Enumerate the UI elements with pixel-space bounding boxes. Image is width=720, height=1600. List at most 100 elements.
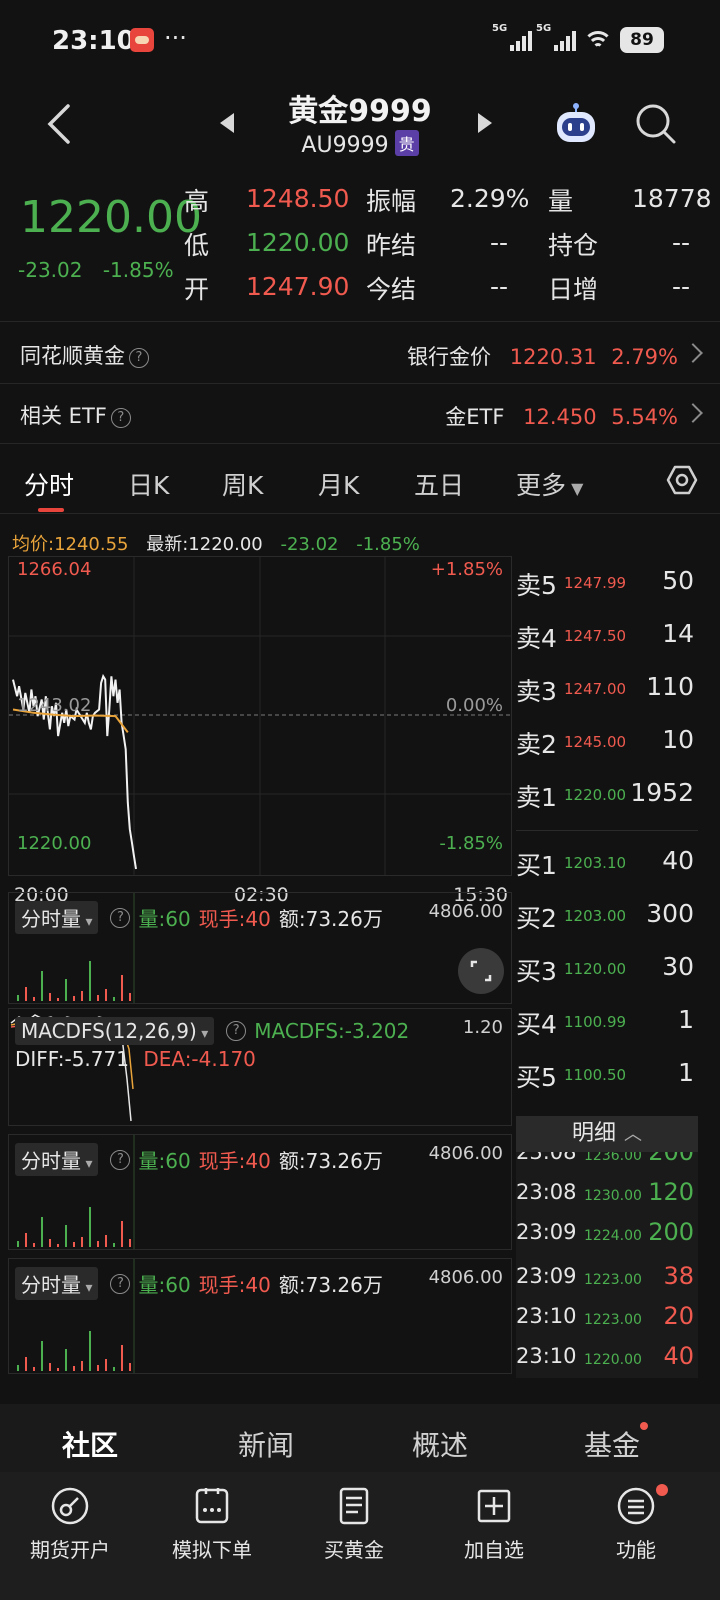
volume-bar — [25, 987, 27, 1001]
quote-label-daily-increase: 日增 — [548, 275, 599, 304]
chart-mid-percent: 0.00% — [445, 695, 503, 716]
volume-max-label: 4806.00 — [428, 1143, 503, 1164]
volume-bar — [65, 1225, 67, 1247]
bid-price: 1203.00 — [564, 907, 627, 925]
header: 黄金9999 AU9999 贵 — [0, 80, 720, 168]
trade-detail-header[interactable]: 明细 ︿ — [516, 1116, 698, 1152]
intraday-chart-svg — [9, 557, 511, 875]
more-notifications-icon: ··· — [164, 24, 187, 52]
volume-bar — [129, 1239, 131, 1247]
signal-5g-icon-2: 5G — [536, 23, 576, 51]
volume-panel[interactable]: 分时量 ? 量:60 现手:40 额:73.26万 4806.00 — [8, 892, 512, 1004]
volume-bar — [121, 975, 123, 1001]
volume-panel-header: 分时量 ? 量:60 现手:40 额:73.26万 — [15, 1267, 383, 1300]
volume-panel-3[interactable]: 分时量 ? 量:60 现手:40 额:73.26万 4806.00 — [8, 1258, 512, 1374]
intraday-chart[interactable]: 1266.04 +1.85% 1243.02 0.00% 1220.00 -1.… — [8, 556, 512, 876]
volume-bar — [121, 1345, 123, 1371]
volume-bar — [97, 1365, 99, 1371]
help-icon[interactable]: ? — [129, 348, 149, 368]
change-percent: -1.85% — [102, 258, 174, 282]
help-icon[interactable]: ? — [110, 1273, 131, 1294]
volume-bar — [33, 997, 35, 1001]
volume-value: 量:60 — [138, 1273, 191, 1297]
wifi-icon — [584, 29, 612, 51]
fullscreen-icon[interactable] — [457, 947, 505, 995]
bid-price: 1120.00 — [564, 960, 627, 978]
quote-panel: 1220.00 -23.02 -1.85% 高 1248.50 低 1220.0… — [0, 172, 720, 322]
signal-type-label-2: 5G — [536, 23, 552, 34]
ask-price: 1247.00 — [564, 680, 627, 698]
help-icon[interactable]: ? — [110, 1149, 131, 1170]
volume-bar — [105, 989, 107, 1001]
bank-gold-label: 银行金价 — [407, 345, 492, 369]
bid-label: 买3 — [516, 957, 557, 986]
tab-more[interactable]: 更多 ▼ — [516, 466, 583, 502]
quote-label-low: 低 — [184, 231, 210, 260]
quote-value-daily-increase: -- — [672, 272, 691, 301]
ask-row: 卖2 1245.00 10 — [516, 715, 698, 767]
indicator-selector[interactable]: 分时量 — [15, 901, 99, 934]
macd-panel[interactable]: MACDFS(12,26,9) ? MACDFS:-3.202 1.20 DIF… — [8, 1008, 512, 1126]
functions-button[interactable]: 功能 — [576, 1484, 696, 1586]
battery-icon: 89 — [620, 27, 664, 53]
volume-value: 量:60 — [138, 1149, 191, 1173]
help-icon[interactable]: ? — [110, 408, 131, 428]
volume-bar — [129, 1363, 131, 1371]
ask-volume: 1952 — [630, 778, 694, 807]
add-watchlist-button[interactable]: 加自选 — [434, 1486, 554, 1586]
volume-bar — [73, 996, 75, 1001]
help-icon[interactable]: ? — [110, 907, 131, 928]
volume-bar — [65, 979, 67, 1001]
volume-bar — [49, 1363, 51, 1371]
volume-max-label: 4806.00 — [428, 1267, 503, 1288]
volume-bar — [49, 1239, 51, 1247]
volume-bar — [57, 1368, 59, 1371]
tab-weekly-k[interactable]: 周K — [222, 466, 263, 502]
quote-value-amplitude: 2.29% — [450, 184, 530, 213]
bank-gold-value: 1220.31 — [509, 345, 597, 369]
ask-label: 卖1 — [516, 783, 557, 812]
macd-values: DIFF:-5.771 DEA:-4.170 — [15, 1047, 256, 1071]
related-etf-row[interactable]: 相关 ETF? 金ETF 12.450 5.54% — [0, 384, 720, 444]
indicator-selector[interactable]: 分时量 — [15, 1267, 99, 1300]
diff-value: DIFF:-5.771 — [15, 1047, 129, 1071]
trade-volume: 40 — [663, 1342, 694, 1370]
volume-bar — [113, 1243, 115, 1247]
trade-detail[interactable]: 明细 ︿ 23:08 1236.00 200 23:08 1230.00 120 … — [516, 1116, 698, 1378]
tab-intraday[interactable]: 分时 — [24, 466, 74, 502]
ai-assistant-robot-icon[interactable] — [552, 102, 600, 150]
simulated-order-button[interactable]: 模拟下单 — [152, 1486, 272, 1586]
settings-icon[interactable] — [666, 464, 698, 496]
volume-bar — [121, 1221, 123, 1247]
indicator-selector[interactable]: MACDFS(12,26,9) — [15, 1017, 215, 1045]
futures-account-button[interactable]: 期货开户 — [10, 1486, 130, 1586]
volume-bar — [41, 1341, 43, 1371]
quote-value-today-settle: -- — [490, 272, 509, 301]
tab-overview[interactable]: 概述 — [412, 1424, 468, 1464]
tab-news[interactable]: 新闻 — [238, 1424, 294, 1464]
status-time: 23:10 — [52, 26, 135, 56]
ask-label: 卖2 — [516, 730, 557, 759]
help-icon[interactable]: ? — [226, 1021, 247, 1041]
indicator-selector[interactable]: 分时量 — [15, 1143, 99, 1176]
ask-volume: 14 — [662, 619, 694, 648]
tab-community[interactable]: 社区 — [62, 1424, 118, 1464]
quote-label-open: 开 — [184, 275, 210, 304]
next-contract-icon[interactable] — [470, 108, 500, 138]
volume-bar — [89, 961, 91, 1001]
tab-daily-k[interactable]: 日K — [128, 466, 169, 502]
gold-price-row[interactable]: 同花顺黄金? 银行金价 1220.31 2.79% — [0, 324, 720, 384]
tab-fund[interactable]: 基金 — [584, 1424, 640, 1464]
volume-panel-2[interactable]: 分时量 ? 量:60 现手:40 额:73.26万 4806.00 — [8, 1134, 512, 1250]
contract-code-line: AU9999 贵 — [0, 130, 720, 158]
related-etf-label-wrap: 相关 ETF? — [20, 400, 131, 430]
quote-label-prev-settle: 昨结 — [366, 231, 417, 260]
tab-monthly-k[interactable]: 月K — [318, 466, 359, 502]
chart-high-label: 1266.04 — [17, 559, 92, 580]
volume-bar — [25, 1357, 27, 1371]
buy-gold-button[interactable]: 买黄金 — [294, 1486, 414, 1586]
active-tab-indicator — [38, 508, 64, 512]
chart-tabs: 分时 日K 周K 月K 五日 更多 ▼ — [0, 450, 720, 514]
search-icon[interactable] — [634, 102, 678, 146]
tab-five-day[interactable]: 五日 — [414, 466, 464, 502]
